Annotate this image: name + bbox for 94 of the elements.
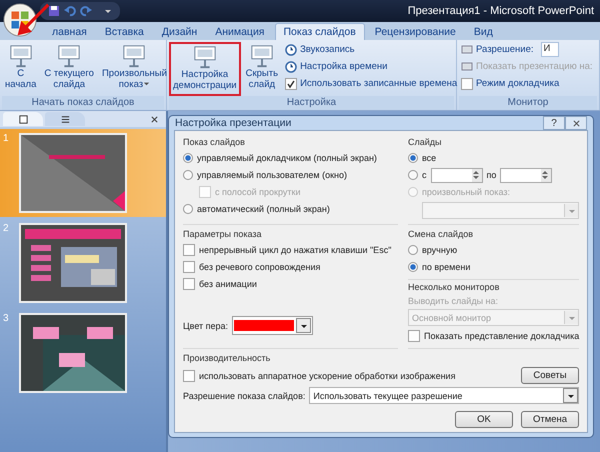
dialog-title: Настройка презентации <box>175 117 292 129</box>
ribbon-tab[interactable]: Дизайн <box>154 24 206 40</box>
checkbox[interactable] <box>285 78 298 90</box>
caret-icon[interactable] <box>104 7 112 15</box>
checkbox[interactable] <box>461 78 473 90</box>
monitor-icon <box>461 44 473 56</box>
radio-button[interactable] <box>408 245 418 255</box>
ribbon-tab[interactable]: Показ слайдов <box>274 23 365 40</box>
group-label: Начать показ слайдов <box>2 96 164 110</box>
checkbox-label: без анимации <box>199 279 257 289</box>
clock-icon <box>285 60 298 72</box>
outline-tab[interactable] <box>45 112 85 126</box>
radio-label: вручную <box>422 245 458 255</box>
dialog-button[interactable]: Отмена <box>521 411 579 428</box>
radio-label: произвольный показ: <box>422 187 510 197</box>
checkbox-label: Показать представление докладчика <box>424 331 580 341</box>
slide-number: 3 <box>3 313 10 326</box>
checkbox-label: использовать аппаратное ускорение обработки изображения <box>199 370 456 380</box>
radio-label: по времени <box>422 262 470 272</box>
radio-label: управляемый докладчиком (полный экран) <box>197 153 377 163</box>
save-icon[interactable] <box>48 5 60 17</box>
pen-color-label: Цвет пера: <box>183 320 228 330</box>
projector-screen-icon <box>121 44 148 68</box>
projector-screen-icon <box>248 44 275 68</box>
checkbox-label: непрерывный цикл до нажатия клавиши "Esc" <box>199 245 392 255</box>
field-label: Выводить слайды на: <box>408 296 500 306</box>
ribbon-button[interactable]: Произвольный показ <box>98 42 170 96</box>
dialog-button[interactable]: OK <box>455 411 513 428</box>
section-title: Слайды <box>408 137 443 147</box>
checkbox-label: Режим докладчика <box>476 78 560 89</box>
section-title: Несколько мониторов <box>408 282 500 292</box>
ribbon-tab[interactable]: Вид <box>466 24 501 40</box>
field-label: Разрешение: <box>476 44 534 55</box>
slide-number: 1 <box>3 133 10 146</box>
ribbon-button[interactable]: С начала <box>2 42 40 96</box>
close-icon[interactable] <box>151 116 158 122</box>
spin-field[interactable] <box>430 168 482 182</box>
group-label: Монитор <box>459 96 597 110</box>
checkbox[interactable] <box>183 261 195 273</box>
radio-label: с <box>422 170 426 180</box>
tips-button[interactable]: Советы <box>521 367 579 384</box>
section-title: Смена слайдов <box>408 229 474 239</box>
projector-screen-icon <box>192 45 218 69</box>
section-title: Производительность <box>183 353 272 363</box>
color-picker[interactable] <box>232 316 314 335</box>
custom-show-dropdown[interactable] <box>422 202 580 219</box>
slides-tab[interactable] <box>3 112 43 126</box>
radio-button[interactable] <box>408 262 418 272</box>
section-title: Параметры показа <box>183 229 263 239</box>
close-button[interactable] <box>565 116 587 130</box>
resolution-dropdown[interactable]: Использовать текущее разрешение <box>309 387 579 404</box>
list-icon <box>60 114 70 124</box>
clock-icon <box>285 44 298 56</box>
radio-button[interactable] <box>183 153 193 163</box>
undo-icon[interactable] <box>64 5 76 17</box>
ribbon-button[interactable]: С текущего слайда <box>41 42 97 96</box>
radio-label: по <box>486 170 496 180</box>
monitor-icon <box>461 60 473 72</box>
group-label: Настройка <box>169 96 454 110</box>
ribbon-button[interactable]: Скрыть слайд <box>242 42 282 96</box>
spin-arrows-icon <box>541 169 550 181</box>
ribbon-tab[interactable]: лавная <box>44 24 95 40</box>
checkbox[interactable] <box>183 370 195 382</box>
ribbon-small-button[interactable]: Звукозапись <box>285 42 355 57</box>
spin-field[interactable] <box>500 168 552 182</box>
spin-arrows-icon <box>472 169 480 181</box>
checkbox-label: с полосой прокрутки <box>215 187 300 197</box>
close-icon <box>572 120 580 126</box>
field-label: Разрешение показа слайдов: <box>183 390 306 400</box>
radio-button[interactable] <box>408 153 418 163</box>
slide-number: 2 <box>3 223 10 236</box>
radio-button[interactable] <box>183 204 193 214</box>
projector-screen-icon <box>8 44 34 68</box>
redo-icon[interactable] <box>80 5 92 17</box>
projector-screen-icon <box>56 44 82 68</box>
field-label: Показать презентацию на: <box>476 61 593 72</box>
checkbox[interactable] <box>183 244 195 256</box>
checkbox-label: Использовать записанные времена <box>300 78 458 89</box>
help-button[interactable]: ? <box>543 116 565 130</box>
checkbox-label: без речевого сопровождения <box>199 262 320 272</box>
ribbon-tab[interactable]: Анимация <box>207 24 272 40</box>
section-title: Показ слайдов <box>183 137 246 147</box>
window-title: Презентация1 - Microsoft PowerPoint <box>408 5 594 17</box>
slide-icon <box>18 114 28 124</box>
ribbon-tab[interactable]: Вставка <box>96 24 152 40</box>
radio-label: автоматический (полный экран) <box>197 204 330 214</box>
ribbon-small-button[interactable]: Настройка времени <box>285 59 388 74</box>
radio-button[interactable] <box>408 170 418 180</box>
radio-label: все <box>422 153 436 163</box>
ribbon-field[interactable]: И <box>540 42 559 57</box>
checkbox[interactable] <box>183 278 195 290</box>
ribbon-tab[interactable]: Рецензирование <box>366 24 464 40</box>
radio-button[interactable] <box>183 170 193 180</box>
radio-label: управляемый пользователем (окно) <box>197 170 347 180</box>
